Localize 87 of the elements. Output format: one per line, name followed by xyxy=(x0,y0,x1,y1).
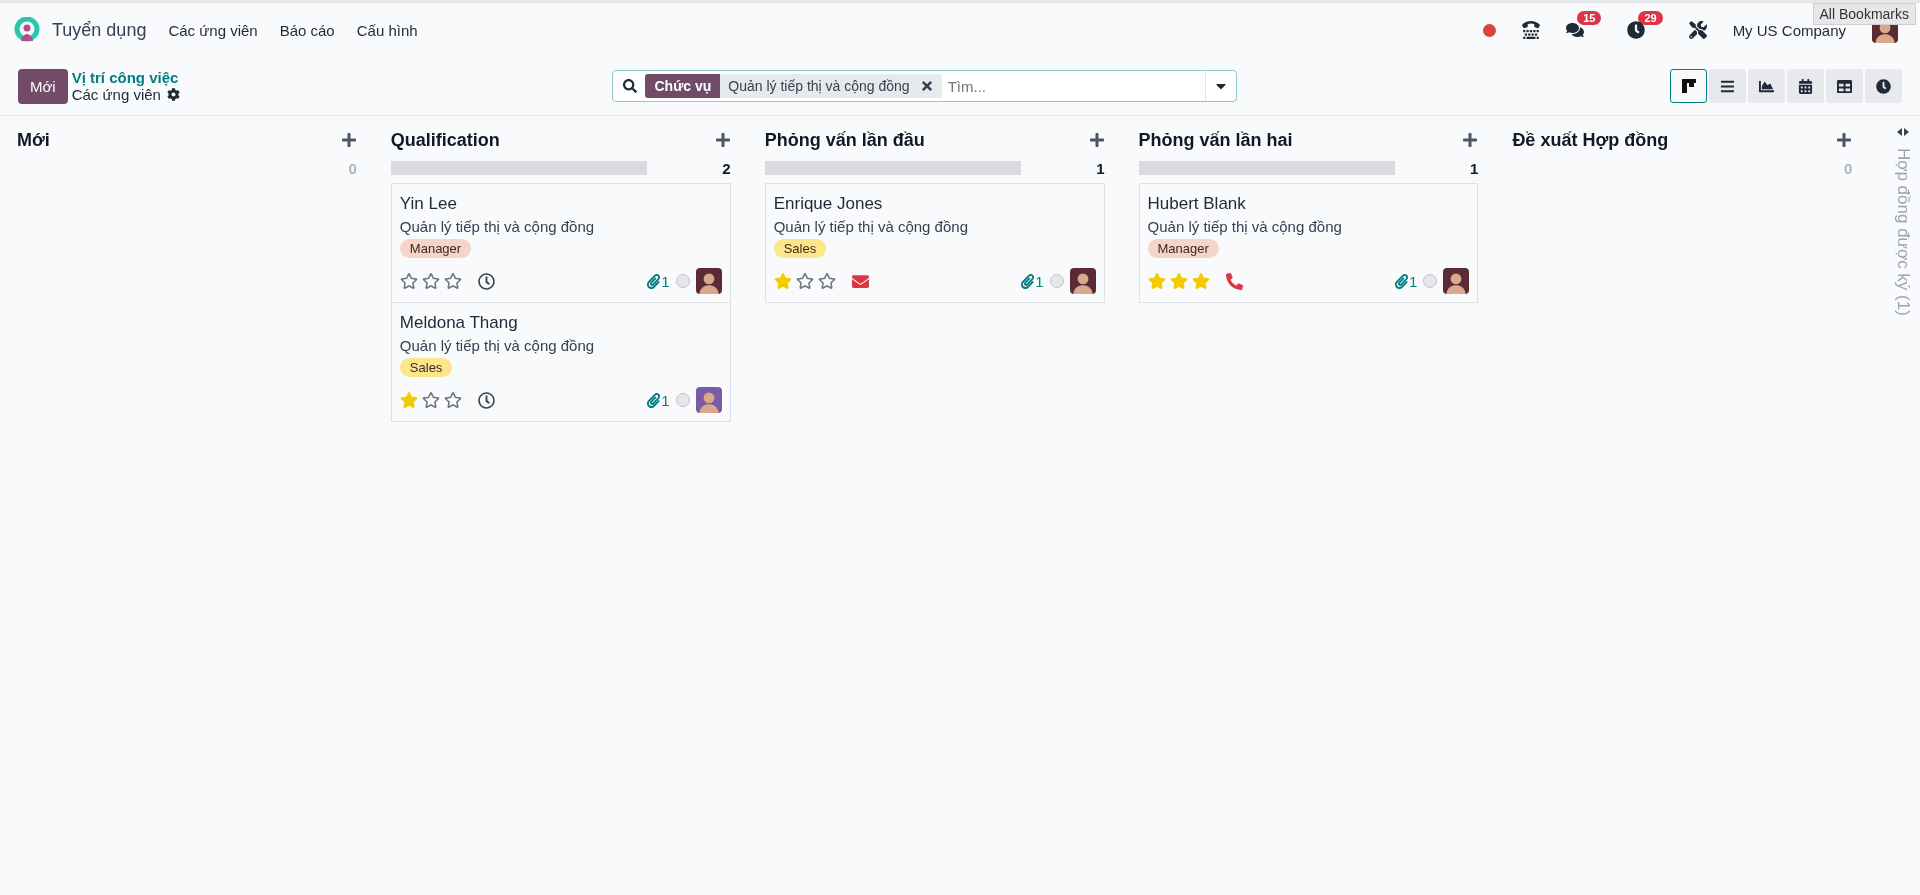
tooltip: All Bookmarks xyxy=(1812,3,1916,25)
avatar xyxy=(695,268,722,294)
status-dot-icon[interactable] xyxy=(675,274,690,288)
star-icon[interactable] xyxy=(443,391,462,409)
star-icon[interactable] xyxy=(443,272,462,290)
avatar xyxy=(1069,268,1096,294)
pivot-view-icon[interactable] xyxy=(1826,69,1863,103)
applicant-card[interactable]: Meldona Thang Quản lý tiếp thị và cộng đồng Sales 1 xyxy=(390,302,731,422)
applicant-card[interactable]: Hubert Blank Quản lý tiếp thị và cộng đồng Manager 1 xyxy=(1138,183,1479,303)
graph-view-icon[interactable] xyxy=(1748,69,1785,103)
facet-label: Chức vụ xyxy=(645,74,721,98)
job-title: Quản lý tiếp thị và cộng đồng xyxy=(399,218,596,235)
tools-icon[interactable] xyxy=(1688,21,1707,39)
star-icon[interactable] xyxy=(773,272,792,290)
menu-item[interactable]: Các ứng viên xyxy=(168,21,258,39)
applicant-name: Enrique Jones xyxy=(773,194,884,214)
star-icon[interactable] xyxy=(1191,272,1210,290)
tag: Manager xyxy=(399,239,472,258)
star-icon[interactable] xyxy=(421,391,440,409)
attachment-count: 1 xyxy=(646,272,670,290)
search-icon xyxy=(623,79,638,93)
star-icon[interactable] xyxy=(399,272,418,290)
status-dot-icon[interactable] xyxy=(675,393,690,407)
app-name[interactable]: Tuyển dụng xyxy=(52,19,147,41)
clock-icon[interactable] xyxy=(477,391,495,409)
new-button[interactable]: Mới xyxy=(18,68,68,104)
notification-badge: 29 xyxy=(1638,11,1663,25)
avatar xyxy=(695,387,722,413)
job-title: Quản lý tiếp thị và cộng đồng xyxy=(1147,218,1343,235)
column-count: 2 xyxy=(722,159,731,177)
status-dot-icon[interactable] xyxy=(1423,274,1438,288)
app-logo[interactable] xyxy=(14,17,40,43)
search-field[interactable]: Chức vụ Quản lý tiếp thị và cộng đồng Tìm... xyxy=(612,70,1238,102)
star-icon[interactable] xyxy=(1147,272,1166,290)
tag: Sales xyxy=(399,358,453,377)
column-title: Phỏng vấn lần đầu xyxy=(764,129,925,151)
breadcrumb-current: Các ứng viên xyxy=(71,86,161,103)
breadcrumb-link[interactable]: Vị trí công việc xyxy=(71,69,180,86)
calendar-view-icon[interactable] xyxy=(1787,69,1824,103)
applicant-name: Hubert Blank xyxy=(1147,194,1247,214)
job-title: Quản lý tiếp thị và cộng đồng xyxy=(399,337,596,354)
clock-icon[interactable] xyxy=(1627,21,1646,39)
gear-icon[interactable] xyxy=(166,88,180,101)
column-title: Mới xyxy=(17,129,50,151)
column-title: Phỏng vấn lần hai xyxy=(1138,129,1293,151)
avatar xyxy=(1443,268,1470,294)
job-title: Quản lý tiếp thị và cộng đồng xyxy=(773,218,969,235)
search-input[interactable]: Tìm... xyxy=(945,76,1206,96)
expand-arrows-icon[interactable] xyxy=(1897,128,1910,136)
status-dot-icon[interactable] xyxy=(1049,274,1064,288)
recording-dot-icon[interactable] xyxy=(1483,23,1497,37)
menu-item[interactable]: Báo cáo xyxy=(279,21,335,39)
menu-item[interactable]: Cấu hình xyxy=(356,21,418,39)
applicant-card[interactable]: Enrique Jones Quản lý tiếp thị và cộng đồng Sales 1 xyxy=(764,183,1105,303)
clock-view-icon[interactable] xyxy=(1865,69,1902,103)
plus-icon[interactable] xyxy=(1088,132,1105,148)
kanban-view-icon[interactable] xyxy=(1670,69,1707,103)
star-icon[interactable] xyxy=(1169,272,1188,290)
plus-icon[interactable] xyxy=(1462,132,1479,148)
list-view-icon[interactable] xyxy=(1709,69,1746,103)
column-count: 1 xyxy=(1096,159,1105,177)
column-title: Đề xuất Hợp đồng xyxy=(1512,129,1669,151)
applicant-name: Meldona Thang xyxy=(399,313,519,333)
star-icon[interactable] xyxy=(795,272,814,290)
applicant-card[interactable]: Yin Lee Quản lý tiếp thị và cộng đồng Manager 1 xyxy=(390,183,731,303)
column-count: 1 xyxy=(1470,159,1479,177)
star-icon[interactable] xyxy=(817,272,836,290)
tag: Sales xyxy=(773,239,827,258)
tag: Manager xyxy=(1147,239,1219,258)
clock-icon[interactable] xyxy=(477,272,495,290)
column-count: 0 xyxy=(348,159,357,177)
attachment-count: 1 xyxy=(1020,272,1044,290)
star-icon[interactable] xyxy=(421,272,440,290)
applicant-name: Yin Lee xyxy=(399,194,458,214)
column-count: 0 xyxy=(1843,159,1853,177)
facet-value: Quản lý tiếp thị và cộng đồng xyxy=(727,77,911,96)
plus-icon[interactable] xyxy=(714,132,731,148)
envelope-icon[interactable] xyxy=(851,272,869,290)
plus-icon[interactable] xyxy=(1836,132,1853,148)
attachment-count: 1 xyxy=(646,391,670,409)
plus-icon[interactable] xyxy=(340,132,357,148)
phone-icon[interactable] xyxy=(1522,21,1541,39)
attachment-count: 1 xyxy=(1394,272,1418,290)
column-title: Qualification xyxy=(390,129,500,151)
star-icon[interactable] xyxy=(399,391,418,409)
notification-badge: 15 xyxy=(1577,11,1602,25)
chat-icon[interactable] xyxy=(1566,21,1585,39)
